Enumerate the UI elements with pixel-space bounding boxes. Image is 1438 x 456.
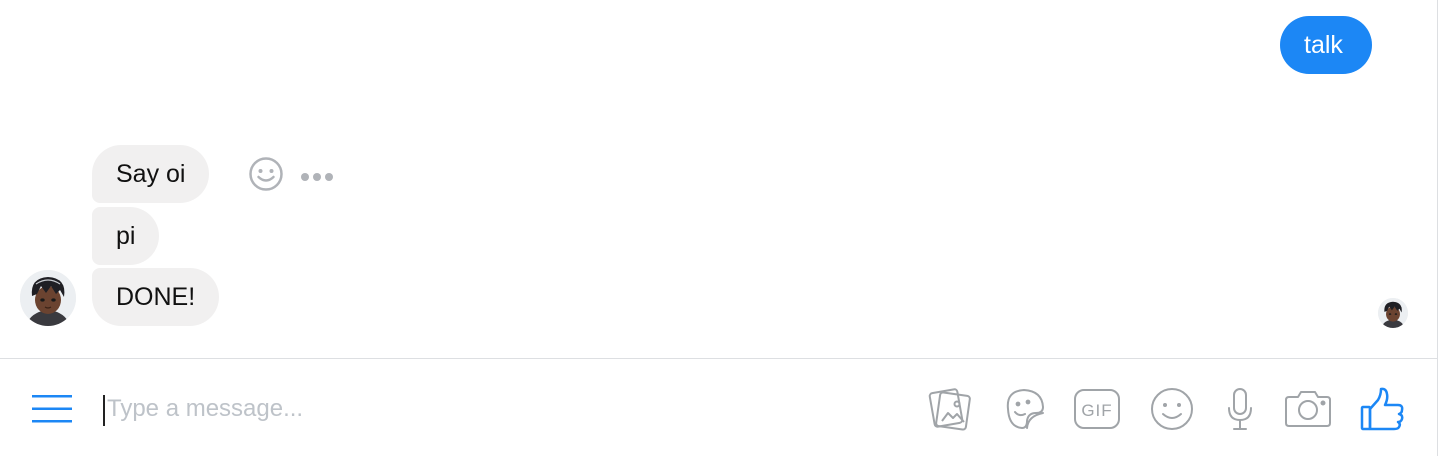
message-actions xyxy=(248,156,334,192)
messenger-chat-window: talk Say oi pi DONE! Type a message... G… xyxy=(0,0,1438,456)
incoming-message-bubble[interactable]: pi xyxy=(92,207,160,265)
incoming-message-bubble[interactable]: Say oi xyxy=(92,145,210,203)
text-caret xyxy=(103,395,105,426)
outgoing-message-bubble[interactable]: talk xyxy=(1280,16,1372,74)
smiley-icon[interactable] xyxy=(248,156,284,192)
more-dots-icon[interactable] xyxy=(300,169,334,181)
image-upload-icon[interactable] xyxy=(926,385,974,433)
message-composer: GIF xyxy=(0,358,1437,456)
message-input[interactable] xyxy=(107,389,857,429)
hamburger-menu-icon[interactable] xyxy=(32,395,72,423)
message-thread: talk Say oi pi DONE! xyxy=(0,0,1437,358)
seen-indicator-avatar xyxy=(1378,298,1408,328)
sender-avatar[interactable] xyxy=(20,270,76,326)
svg-text:GIF: GIF xyxy=(1081,401,1112,420)
message-input-wrapper xyxy=(103,389,863,429)
incoming-message-bubble[interactable]: DONE! xyxy=(92,268,220,326)
thumbs-up-icon[interactable] xyxy=(1358,385,1406,433)
camera-icon[interactable] xyxy=(1284,385,1332,433)
gif-icon[interactable]: GIF xyxy=(1073,385,1121,433)
microphone-icon[interactable] xyxy=(1216,385,1264,433)
sticker-icon[interactable] xyxy=(1000,385,1048,433)
emoji-icon[interactable] xyxy=(1148,385,1196,433)
